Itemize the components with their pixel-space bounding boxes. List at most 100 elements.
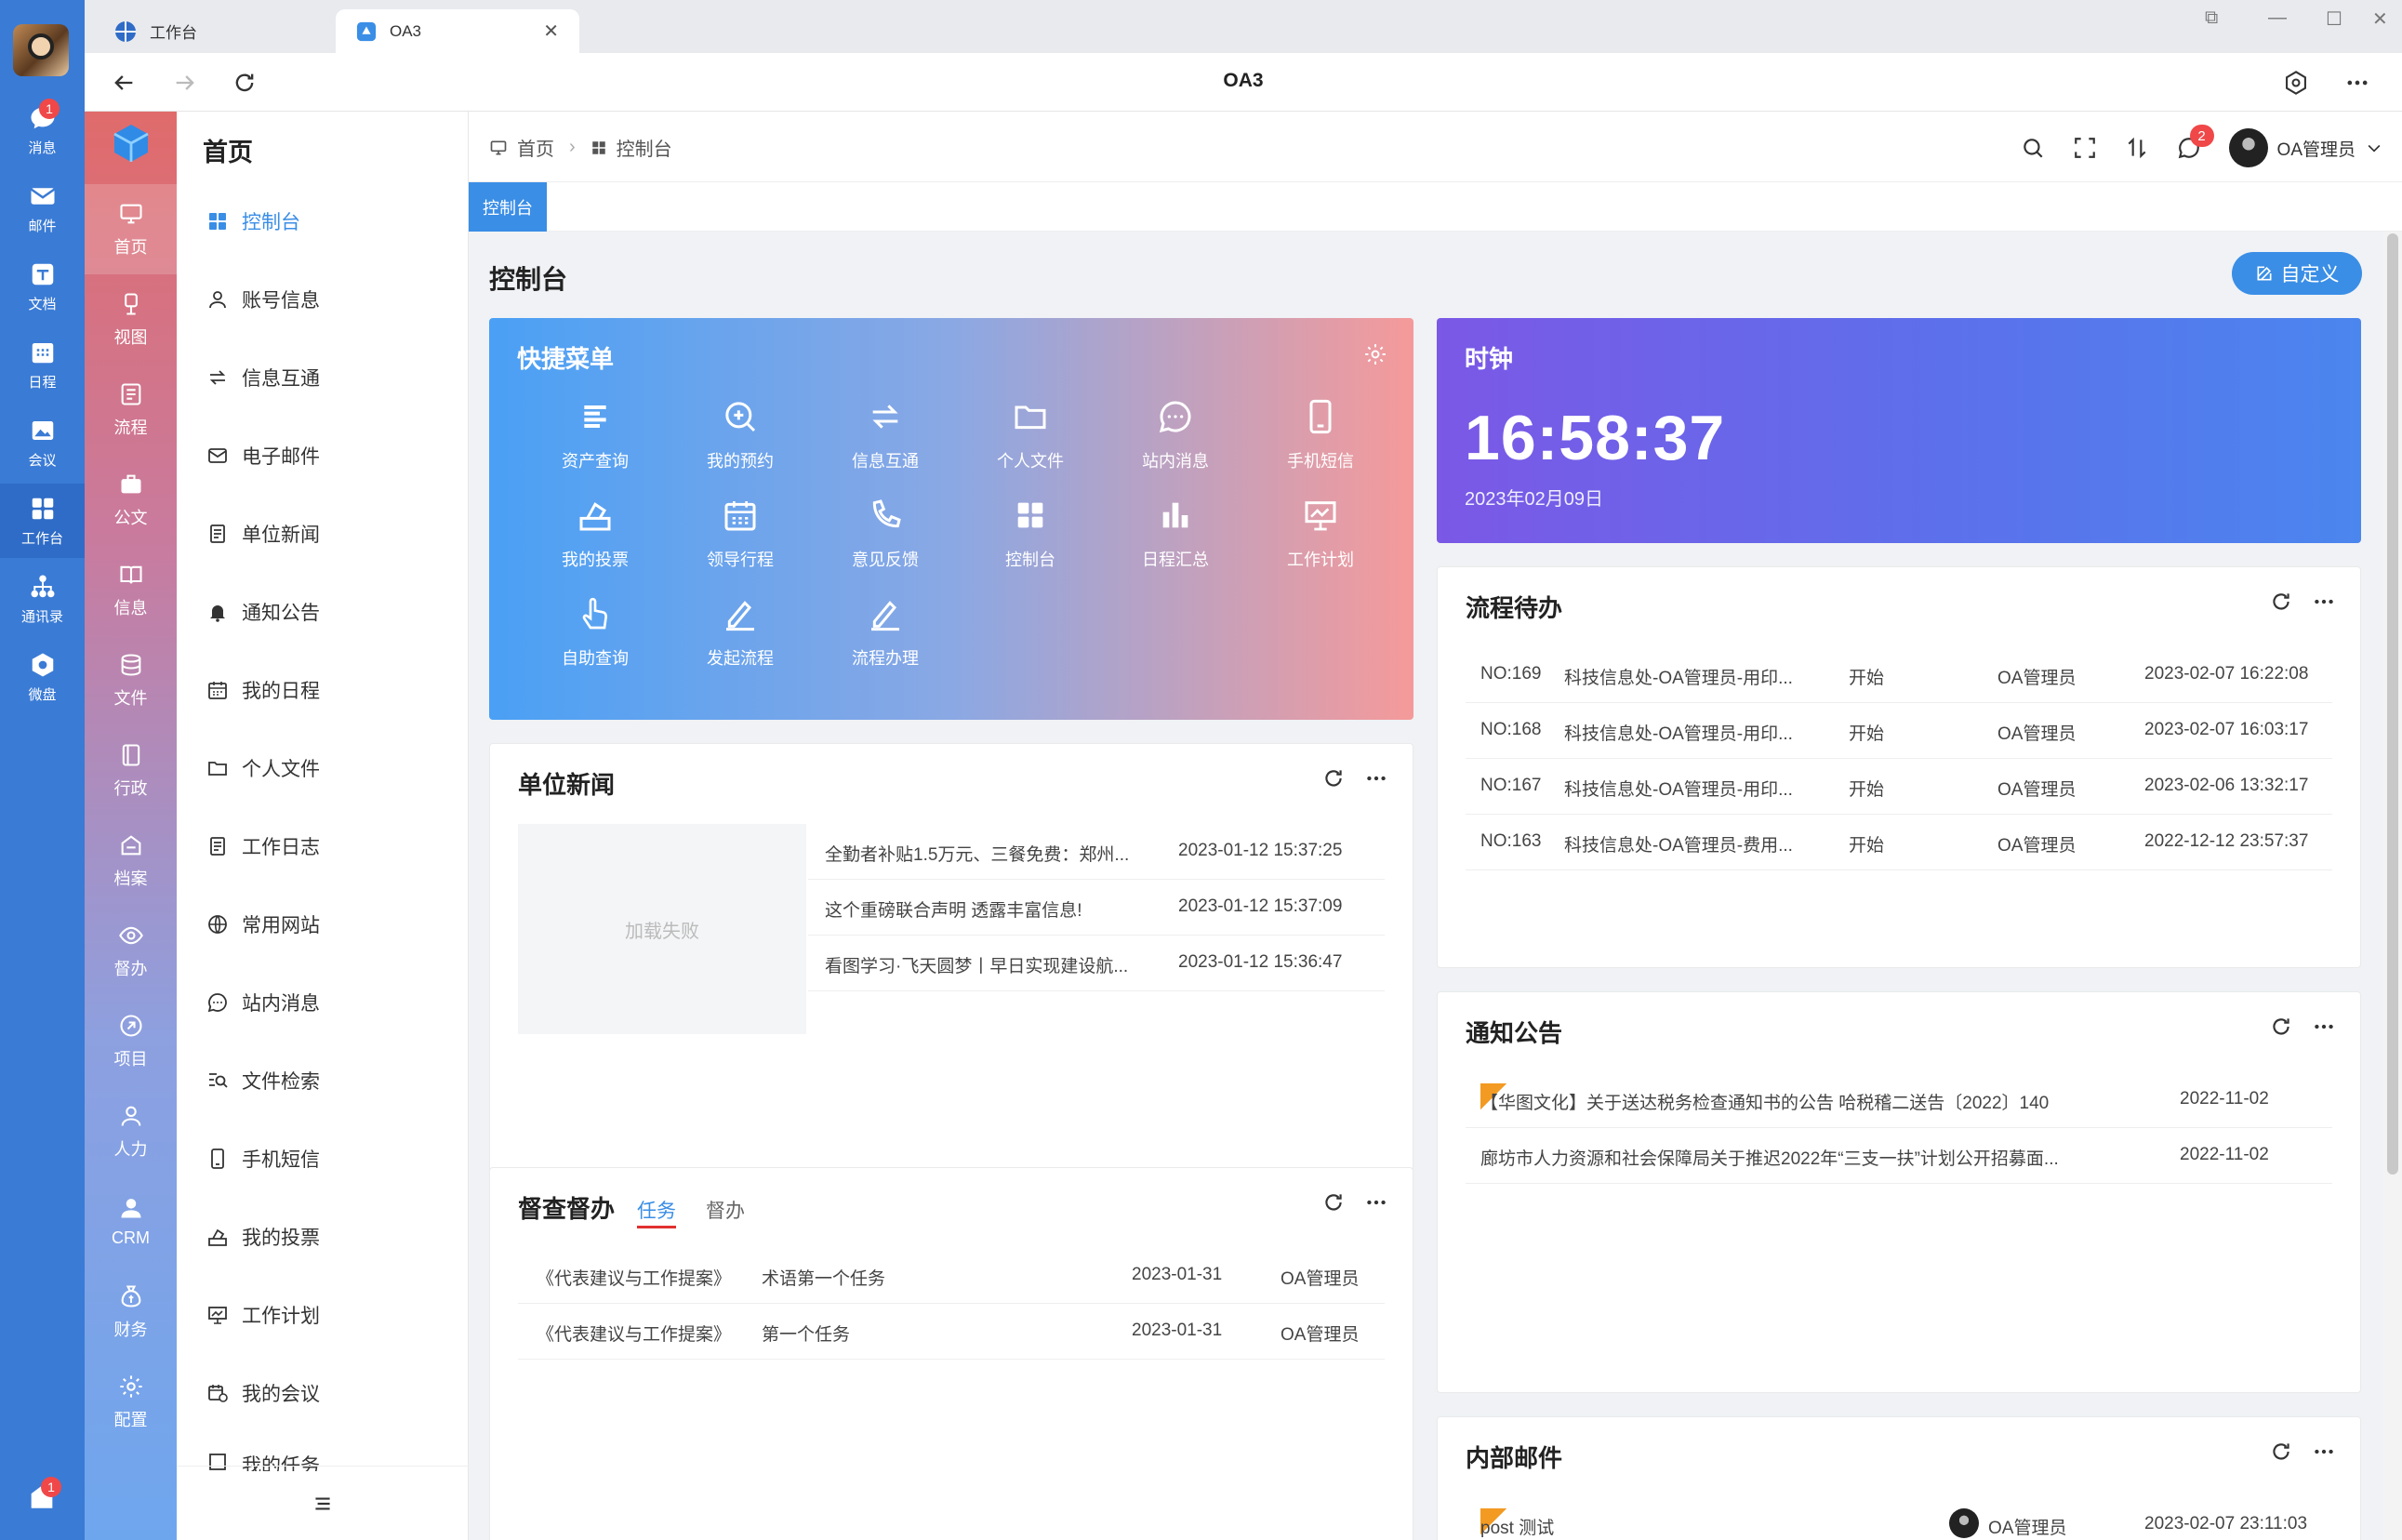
submenu-item-websites[interactable]: 常用网站 bbox=[206, 904, 320, 945]
minimize-icon[interactable]: — bbox=[2268, 7, 2287, 29]
module-item-view[interactable]: 视图 bbox=[85, 274, 177, 365]
module-item-flow[interactable]: 流程 bbox=[85, 365, 177, 455]
rail-item-schedule[interactable]: 日程 bbox=[0, 327, 85, 402]
sort-arrows-icon[interactable] bbox=[2125, 136, 2149, 160]
more-icon[interactable] bbox=[2344, 70, 2370, 96]
submenu-item-vote[interactable]: 我的投票 bbox=[206, 1216, 320, 1257]
supervise-row[interactable]: 《代表建议与工作提案》 术语第一个任务 2023-01-31 OA管理员 bbox=[518, 1248, 1385, 1304]
notification-button[interactable]: 2 bbox=[2177, 125, 2214, 160]
rail-item-disk[interactable]: 微盘 bbox=[0, 640, 85, 714]
more-icon[interactable] bbox=[2312, 1015, 2336, 1039]
quick-item-messages[interactable]: 站内消息 bbox=[1103, 398, 1248, 491]
rail-item-contacts[interactable]: 通讯录 bbox=[0, 562, 85, 636]
todo-row[interactable]: NO:168 科技信息处-OA管理员-用印... 开始 OA管理员 2023-02-07… bbox=[1466, 703, 2332, 759]
restore-window-icon[interactable]: ⧉ bbox=[2205, 7, 2218, 29]
quick-item-booking[interactable]: 我的预约 bbox=[668, 398, 813, 491]
content-scrollbar[interactable] bbox=[2383, 232, 2402, 1540]
more-icon[interactable] bbox=[1364, 766, 1388, 790]
module-item-crm[interactable]: CRM bbox=[85, 1176, 177, 1267]
module-item-hr[interactable]: 人力 bbox=[85, 1086, 177, 1176]
tab-close-icon[interactable]: ✕ bbox=[543, 20, 559, 43]
mail-row[interactable]: post 测试 OA管理员 2023-02-07 23:11:03 bbox=[1466, 1497, 2332, 1540]
scrollbar-thumb[interactable] bbox=[2387, 233, 2398, 1175]
gear-icon[interactable] bbox=[1363, 342, 1387, 366]
quick-item-exchange[interactable]: 信息互通 bbox=[813, 398, 958, 491]
refresh-icon[interactable] bbox=[2269, 1015, 2293, 1039]
module-item-admin[interactable]: 行政 bbox=[85, 725, 177, 816]
browser-tab-workbench[interactable]: 工作台 bbox=[94, 9, 328, 53]
refresh-icon[interactable] bbox=[1321, 766, 1346, 790]
refresh-icon[interactable] bbox=[1321, 1190, 1346, 1215]
submenu-item-email[interactable]: 电子邮件 bbox=[206, 435, 320, 476]
module-item-official[interactable]: 公文 bbox=[85, 455, 177, 545]
todo-row[interactable]: NO:163 科技信息处-OA管理员-费用... 开始 OA管理员 2022-12-12… bbox=[1466, 815, 2332, 870]
notice-row[interactable]: 廊坊市人力资源和社会保障局关于推迟2022年“三支一扶”计划公开招募面... 20… bbox=[1466, 1128, 2332, 1184]
quick-item-start-flow[interactable]: 发起流程 bbox=[668, 595, 813, 688]
todo-row[interactable]: NO:169 科技信息处-OA管理员-用印... 开始 OA管理员 2023-02-07… bbox=[1466, 647, 2332, 703]
rail-item-docs[interactable]: 文档 bbox=[0, 249, 85, 324]
collapse-menu-button[interactable] bbox=[177, 1466, 469, 1540]
module-item-info[interactable]: 信息 bbox=[85, 545, 177, 635]
submenu-item-meeting[interactable]: 我的会议 bbox=[206, 1373, 320, 1414]
quick-item-self-query[interactable]: 自助查询 bbox=[523, 595, 668, 688]
submenu-item-exchange[interactable]: 信息互通 bbox=[206, 357, 320, 398]
news-row[interactable]: 全勤者补贴1.5万元、三餐免费：郑州... 2023-01-12 15:37:25 bbox=[808, 824, 1385, 880]
submenu-item-dashboard[interactable]: 控制台 bbox=[206, 201, 300, 242]
quick-label: 领导行程 bbox=[707, 551, 774, 569]
refresh-icon[interactable] bbox=[2269, 590, 2293, 614]
notice-row[interactable]: 【华图文化】关于送达税务检查通知书的公告 哈税稽二送告〔2022〕140 2022… bbox=[1466, 1072, 2332, 1128]
browser-tab-oa3[interactable]: OA3 ✕ bbox=[336, 9, 579, 53]
maximize-icon[interactable]: ☐ bbox=[2326, 7, 2342, 31]
news-row[interactable]: 这个重磅联合声明 透露丰富信息! 2023-01-12 15:37:09 bbox=[808, 880, 1385, 936]
tab-tasks[interactable]: 任务 bbox=[637, 1196, 676, 1228]
supervise-row[interactable]: 《代表建议与工作提案》 第一个任务 2023-01-31 OA管理员 bbox=[518, 1304, 1385, 1360]
more-icon[interactable] bbox=[2312, 1440, 2336, 1464]
submenu-item-work-plan[interactable]: 工作计划 bbox=[206, 1294, 320, 1335]
more-icon[interactable] bbox=[1364, 1190, 1388, 1215]
tab-supervise[interactable]: 督办 bbox=[706, 1196, 745, 1224]
user-avatar[interactable] bbox=[13, 24, 69, 76]
quick-item-dashboard[interactable]: 控制台 bbox=[958, 497, 1103, 590]
breadcrumb-home[interactable]: 首页 bbox=[517, 134, 554, 161]
rail-item-mail[interactable]: 邮件 bbox=[0, 171, 85, 246]
more-icon[interactable] bbox=[2312, 590, 2336, 614]
quick-item-leader-trip[interactable]: 领导行程 bbox=[668, 497, 813, 590]
settings-hex-icon[interactable] bbox=[2283, 70, 2309, 96]
submenu-item-file-search[interactable]: 文件检索 bbox=[206, 1060, 320, 1101]
refresh-icon[interactable] bbox=[2269, 1440, 2293, 1464]
quick-item-personal-files[interactable]: 个人文件 bbox=[958, 398, 1103, 491]
window-close-icon[interactable]: ✕ bbox=[2372, 7, 2388, 31]
submenu-item-sms[interactable]: 手机短信 bbox=[206, 1138, 320, 1179]
module-item-files[interactable]: 文件 bbox=[85, 635, 177, 725]
todo-row[interactable]: NO:167 科技信息处-OA管理员-用印... 开始 OA管理员 2023-02-06… bbox=[1466, 759, 2332, 815]
module-item-finance[interactable]: 财务 bbox=[85, 1267, 177, 1357]
fullscreen-icon[interactable] bbox=[2073, 136, 2097, 160]
submenu-item-work-log[interactable]: 工作日志 bbox=[206, 826, 320, 867]
submenu-item-news[interactable]: 单位新闻 bbox=[206, 513, 320, 554]
module-item-project[interactable]: 项目 bbox=[85, 996, 177, 1086]
rail-item-meeting[interactable]: 会议 bbox=[0, 405, 85, 480]
submenu-item-account[interactable]: 账号信息 bbox=[206, 279, 320, 320]
user-menu[interactable]: OA管理员 bbox=[2228, 128, 2383, 167]
submenu-item-notice[interactable]: 通知公告 bbox=[206, 591, 320, 632]
page-tag-dashboard[interactable]: 控制台 bbox=[469, 182, 547, 232]
quick-item-vote[interactable]: 我的投票 bbox=[523, 497, 668, 590]
customize-button[interactable]: 自定义 bbox=[2232, 252, 2362, 295]
quick-item-sms[interactable]: 手机短信 bbox=[1248, 398, 1393, 491]
quick-item-asset[interactable]: 资产查询 bbox=[523, 398, 668, 491]
quick-item-handle-flow[interactable]: 流程办理 bbox=[813, 595, 958, 688]
module-item-archive[interactable]: 档案 bbox=[85, 816, 177, 906]
module-item-config[interactable]: 配置 bbox=[85, 1357, 177, 1447]
rail-item-workbench[interactable]: 工作台 bbox=[0, 484, 85, 558]
module-item-home[interactable]: 首页 bbox=[85, 184, 177, 274]
search-icon[interactable] bbox=[2021, 136, 2045, 160]
news-row[interactable]: 看图学习·飞天圆梦丨早日实现建设航... 2023-01-12 15:36:47 bbox=[808, 936, 1385, 991]
submenu-item-schedule[interactable]: 我的日程 bbox=[206, 670, 320, 710]
quick-item-feedback[interactable]: 意见反馈 bbox=[813, 497, 958, 590]
quick-item-schedule-summary[interactable]: 日程汇总 bbox=[1103, 497, 1248, 590]
submenu-item-messages[interactable]: 站内消息 bbox=[206, 982, 320, 1023]
module-item-supervise[interactable]: 督办 bbox=[85, 906, 177, 996]
quick-item-work-plan[interactable]: 工作计划 bbox=[1248, 497, 1393, 590]
submenu-item-personal-files[interactable]: 个人文件 bbox=[206, 748, 320, 789]
calendar-clock-icon bbox=[208, 1385, 228, 1402]
